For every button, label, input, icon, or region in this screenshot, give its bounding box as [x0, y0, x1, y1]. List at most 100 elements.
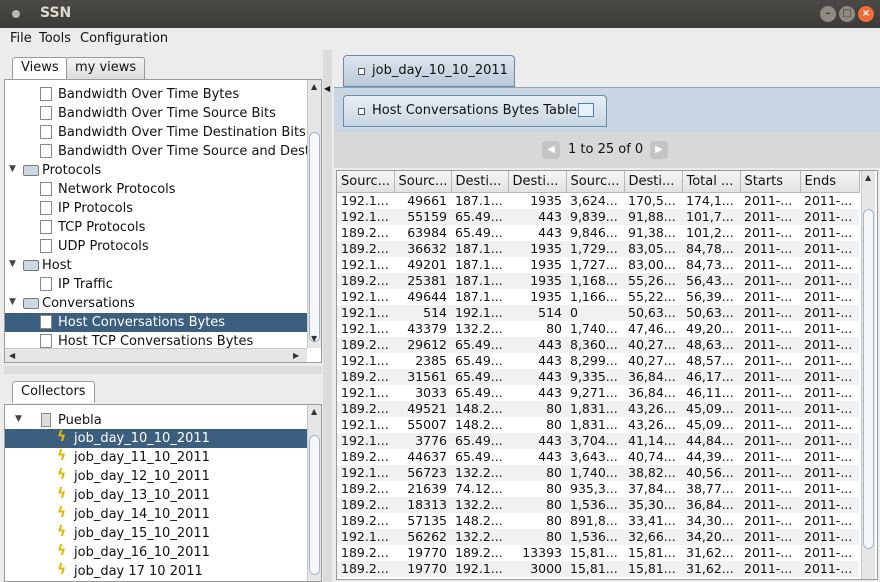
tree-item[interactable]: TCP Protocols — [5, 218, 321, 237]
column-header[interactable]: Sourc... — [394, 171, 452, 193]
table-row[interactable]: 192.1... 3033 65.49... 443 9,271... 36,84... 4… — [337, 385, 859, 401]
table-cell: 2011-... — [740, 528, 800, 545]
document-icon — [40, 125, 52, 139]
tree-item[interactable]: Network Protocols — [5, 180, 321, 199]
collapse-icon[interactable]: ▼ — [9, 259, 16, 269]
tree-folder[interactable]: ▼ Protocols — [5, 161, 321, 180]
tab-collectors[interactable]: Collectors — [12, 381, 95, 403]
tree-item[interactable]: Bandwidth Over Time Bytes — [5, 85, 321, 104]
tab-my-views[interactable]: my views — [66, 57, 146, 79]
scroll-up-icon[interactable]: ▲ — [311, 407, 317, 416]
tab-job[interactable]: job_day_10_10_2011 — [343, 55, 515, 87]
table-row[interactable]: 192.1... 43379 132.2... 80 1,740... 47,46... 4… — [337, 321, 859, 337]
scroll-thumb[interactable] — [863, 209, 874, 549]
tab-job-label: job_day_10_10_2011 — [372, 63, 508, 78]
collector-job[interactable]: ϟ job_day_10_10_2011 — [5, 429, 321, 448]
table-scrollbar[interactable]: ▲ — [861, 171, 875, 579]
collapse-icon[interactable]: ▼ — [9, 297, 16, 307]
menu-configuration[interactable]: Configuration — [80, 31, 168, 46]
collector-job[interactable]: ϟ job_day 17 10 2011 — [5, 562, 321, 581]
collector-job[interactable]: ϟ job_day_13_10_2011 — [5, 486, 321, 505]
table-cell: 80 — [546, 480, 562, 496]
scroll-thumb[interactable] — [309, 132, 320, 342]
scroll-down-icon[interactable]: ▼ — [311, 334, 317, 343]
table-row[interactable]: 192.1... 55007 148.2... 80 1,831... 43,26... 4… — [337, 417, 859, 433]
scroll-right-icon[interactable]: ▶ — [293, 351, 299, 360]
scroll-left-icon[interactable]: ◀ — [9, 351, 15, 360]
tree-item[interactable]: IP Protocols — [5, 199, 321, 218]
collector-job-label: job_day 17 10 2011 — [74, 564, 203, 579]
column-header[interactable]: Starts — [740, 171, 801, 193]
tree-item[interactable]: Bandwidth Over Time Destination Bits — [5, 123, 321, 142]
tree-folder[interactable]: ▼ Host — [5, 256, 321, 275]
collector-job[interactable]: ϟ job_day_15_10_2011 — [5, 524, 321, 543]
panel-splitter[interactable] — [4, 366, 322, 374]
collectors-scrollbar[interactable]: ▲ — [307, 405, 321, 581]
table-cell: 55007 — [407, 416, 447, 432]
next-page-button[interactable]: ▶ — [650, 141, 668, 159]
views-scrollbar[interactable]: ▲ ▼ — [307, 80, 321, 348]
tab-views[interactable]: Views — [12, 57, 68, 79]
table-row[interactable]: 189.2... 49521 148.2... 80 1,831... 43,26... 4… — [337, 400, 859, 417]
collector-job-label: job_day_13_10_2011 — [74, 488, 210, 503]
table-row[interactable]: 189.2... 21639 74.12... 80 935,3... 37,84... 3… — [337, 481, 859, 497]
scroll-up-icon[interactable]: ▲ — [865, 173, 871, 182]
tree-item[interactable]: Bandwidth Over Time Source and Destin — [5, 142, 321, 161]
tab-view[interactable]: Host Conversations Bytes Table — [343, 95, 607, 127]
column-header[interactable]: Ends — [800, 171, 860, 193]
collapse-icon[interactable]: ▼ — [15, 414, 22, 424]
column-header[interactable]: Total ... — [682, 171, 741, 193]
table-row[interactable]: 189.2... 19770 192.1... 3000 15,81... 15,81..… — [337, 560, 859, 577]
table-row[interactable]: 192.1... 2385 65.49... 443 8,299... 40,27... 4… — [337, 353, 859, 369]
menu-file[interactable]: File — [10, 31, 32, 46]
table-cell: 45,09... — [682, 400, 740, 417]
table-row[interactable]: 192.1... 49644 187.1... 1935 1,166... 55,22..… — [337, 289, 859, 305]
table-row[interactable]: 189.2... 44637 65.49... 443 3,643... 40,74...… — [337, 449, 859, 465]
column-header[interactable]: Desti... — [624, 171, 683, 193]
scroll-up-icon[interactable]: ▲ — [311, 82, 317, 91]
table-row[interactable]: 192.1... 49201 187.1... 1935 1,727... 83,00..… — [337, 257, 859, 273]
column-header[interactable]: Desti... — [508, 171, 567, 193]
table-row[interactable]: 192.1... 514 192.1... 514 0 50,63... 50,63... 2… — [337, 304, 859, 321]
views-hscrollbar[interactable]: ◀ ▶ — [5, 348, 307, 362]
table-cell: 2011-... — [800, 336, 859, 353]
table-row[interactable]: 192.1... 55159 65.49... 443 9,839... 91,88...… — [337, 208, 859, 225]
tree-folder[interactable]: ▼ Conversations — [5, 294, 321, 313]
minimize-icon[interactable]: – — [820, 6, 836, 22]
prev-page-button[interactable]: ◀ — [542, 141, 560, 159]
table-row[interactable]: 189.2... 63984 65.49... 443 9,846... 91,38...… — [337, 225, 859, 241]
collector-root[interactable]: ▼ Puebla — [5, 411, 321, 430]
table-row[interactable]: 192.1... 3776 65.49... 443 3,704... 41,14... 4… — [337, 432, 859, 449]
column-header[interactable]: Desti... — [451, 171, 509, 193]
collapse-left-icon[interactable]: ◀ — [324, 84, 330, 93]
table-row[interactable]: 192.1... 56723 132.2... 80 1,740... 38,82... 4… — [337, 464, 859, 481]
table-cell: 29612 — [394, 336, 451, 353]
tree-item-label: UDP Protocols — [58, 239, 149, 254]
column-header[interactable]: Sourc... — [566, 171, 625, 193]
vertical-splitter[interactable]: ◀ — [323, 50, 332, 582]
tree-item[interactable]: Host Conversations Bytes — [5, 313, 321, 332]
collector-job[interactable]: ϟ job_day_14_10_2011 — [5, 505, 321, 524]
table-row[interactable]: 189.2... 57135 148.2... 80 891,8... 33,41... 3… — [337, 513, 859, 529]
tree-item[interactable]: Bandwidth Over Time Source Bits — [5, 104, 321, 123]
table-row[interactable]: 189.2... 31561 65.49... 443 9,335... 36,84...… — [337, 368, 859, 385]
column-header[interactable]: Sourc... — [337, 171, 395, 193]
table-row[interactable]: 189.2... 19770 189.2... 13393 15,81... 15,81.… — [337, 545, 859, 561]
collector-job[interactable]: ϟ job_day_12_10_2011 — [5, 467, 321, 486]
table-row[interactable]: 189.2... 18313 132.2... 80 1,536... 35,30... 3… — [337, 496, 859, 513]
collector-job[interactable]: ϟ job_day_16_10_2011 — [5, 543, 321, 562]
tree-item[interactable]: UDP Protocols — [5, 237, 321, 256]
table-row[interactable]: 192.1... 49661 187.1... 1935 3,624... 170,5..… — [337, 192, 859, 209]
collector-job[interactable]: ϟ job_day_11_10_2011 — [5, 448, 321, 467]
table-row[interactable]: 189.2... 25381 187.1... 1935 1,168... 55,26..… — [337, 272, 859, 289]
table-cell: 2011-... — [800, 272, 859, 289]
menu-tools[interactable]: Tools — [39, 31, 71, 46]
scroll-thumb[interactable] — [309, 435, 320, 575]
table-row[interactable]: 189.2... 29612 65.49... 443 8,360... 40,27...… — [337, 336, 859, 353]
table-row[interactable]: 189.2... 36632 187.1... 1935 1,729... 83,05..… — [337, 240, 859, 257]
collapse-icon[interactable]: ▼ — [9, 164, 16, 174]
tree-item[interactable]: IP Traffic — [5, 275, 321, 294]
close-icon[interactable]: × — [858, 6, 874, 22]
maximize-icon[interactable]: □ — [839, 6, 855, 22]
table-row[interactable]: 192.1... 56262 132.2... 80 1,536... 32,66... 3… — [337, 528, 859, 545]
